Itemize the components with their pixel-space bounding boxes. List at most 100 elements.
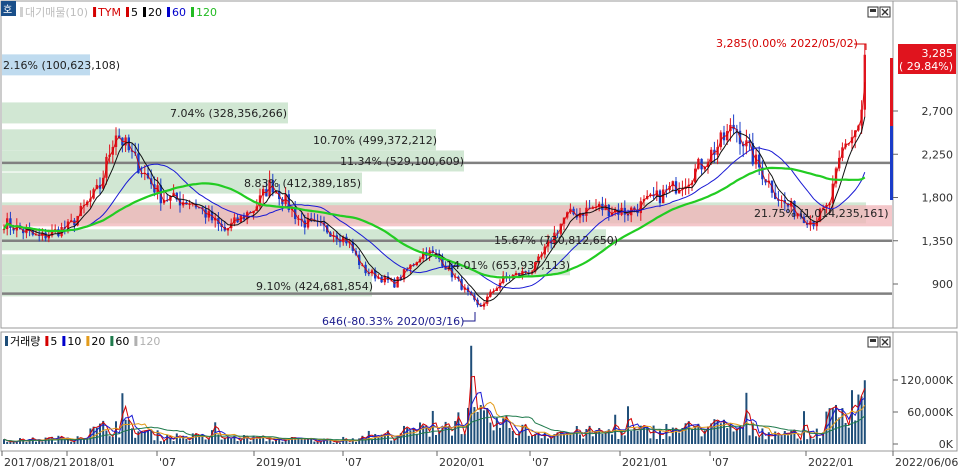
volume-bar [678, 432, 681, 444]
volume-bar [476, 411, 479, 444]
volume-bar [118, 437, 121, 444]
volume-bar [492, 430, 495, 444]
volume-bar [780, 436, 783, 444]
volume-bar [799, 440, 802, 444]
volume-bar [713, 419, 716, 444]
volume-bar [355, 441, 357, 444]
volume-bar [105, 430, 108, 444]
volume-bar [755, 436, 757, 444]
volume-bar [70, 441, 73, 444]
legend-label: 거래량 [10, 335, 40, 348]
volume-bar [499, 427, 501, 444]
volume-bar [185, 438, 188, 444]
volume-bar [489, 422, 492, 444]
volume-bar [745, 392, 748, 444]
volume-bar [134, 437, 137, 444]
volume-bar [812, 438, 815, 444]
volume-bar [470, 345, 473, 444]
volume-bar [166, 435, 169, 444]
volume-bar [265, 441, 268, 444]
volume-bar [54, 442, 57, 444]
x-tick-label: 2021/01 [622, 456, 668, 469]
volume-bar [659, 429, 661, 444]
volume-bar [771, 439, 773, 444]
x-tick-label: 2020/01 [439, 456, 485, 469]
volume-tick-label: 0K [939, 438, 954, 451]
volume-bar [412, 428, 415, 444]
volume-bar [604, 432, 607, 444]
volume-bar [655, 439, 658, 444]
volume-bar [172, 441, 175, 444]
high-annotation-text: 3,285(0.00% 2022/05/02) [716, 37, 858, 50]
legend-label: 20 [148, 6, 162, 19]
legend-marker [134, 336, 138, 346]
volume-bar [511, 430, 514, 444]
volume-profile-label: 7.04% (328,356,266) [170, 107, 287, 120]
volume-bar [131, 428, 133, 444]
volume-bar [847, 427, 850, 444]
x-tick-label: '07 [532, 456, 549, 469]
volume-bar [857, 394, 860, 444]
volume-bar [531, 435, 533, 444]
corner-badge-text: 호 [3, 4, 12, 16]
volume-tick-label: 120,000K [900, 374, 953, 387]
volume-profile-label: 15.67% (730,812,650) [494, 234, 618, 247]
volume-bar [147, 430, 149, 444]
volume-bar [435, 434, 437, 444]
volume-bar [153, 440, 156, 444]
last-price-change: ( 29.84%) [899, 60, 953, 73]
legend-marker [143, 7, 146, 17]
volume-bar [787, 435, 789, 444]
volume-axis-background [892, 331, 958, 452]
volume-bar [307, 439, 309, 444]
volume-bar [479, 405, 482, 444]
volume-bar [179, 438, 181, 444]
price-range-down-bar [890, 126, 893, 200]
price-tick-label: 1,800 [922, 192, 954, 205]
volume-bar [796, 438, 799, 444]
volume-bar [127, 419, 130, 444]
volume-bar [115, 421, 117, 444]
x-tick-label: 2018/01 [69, 456, 115, 469]
volume-bar [726, 428, 729, 444]
legend-marker [5, 336, 8, 346]
volume-bar [508, 427, 511, 444]
maximize-price-icon [870, 9, 876, 12]
volume-bar [124, 419, 127, 444]
volume-bar [140, 431, 143, 444]
legend-label: 5 [131, 6, 138, 19]
volume-bar [313, 441, 316, 444]
price-tick-label: 2,250 [922, 148, 954, 161]
volume-profile-label: 14.01% (653,937,113) [446, 259, 570, 272]
volume-bar [515, 437, 517, 444]
volume-bar [646, 427, 649, 444]
low-annotation: 646(-80.33% 2020/03/16) [322, 312, 476, 328]
volume-bar [175, 433, 178, 444]
last-price-box: 3,285 ( 29.84%) [898, 44, 956, 74]
low-annotation-text: 646(-80.33% 2020/03/16) [322, 315, 464, 328]
x-tick-label: 2022/06/06 [895, 456, 958, 469]
price-tick-label: 2,700 [922, 105, 954, 118]
volume-bar [108, 436, 111, 444]
volume-bar [566, 433, 569, 444]
legend-label: 120 [196, 6, 217, 19]
volume-bar [838, 417, 841, 444]
volume-bar [527, 435, 530, 444]
volume-bar [601, 433, 604, 444]
volume-bar [764, 439, 767, 444]
volume-bar [339, 442, 341, 444]
legend-marker [20, 7, 23, 17]
stock-chart: 2.16% (100,623,108) 7.04% (328,356,266) 10… [0, 0, 958, 469]
legend-marker [191, 7, 194, 17]
volume-bar [671, 427, 674, 444]
legend-marker [62, 336, 66, 346]
volume-bar [851, 390, 853, 444]
legend-marker [167, 7, 170, 17]
volume-bar [35, 441, 37, 444]
volume-bar [729, 424, 732, 444]
volume-bar [547, 438, 549, 444]
volume-bar [732, 431, 735, 444]
volume-profile-label: 10.70% (499,372,212) [313, 134, 437, 147]
volume-bar [227, 437, 229, 444]
volume-bar [742, 427, 745, 444]
